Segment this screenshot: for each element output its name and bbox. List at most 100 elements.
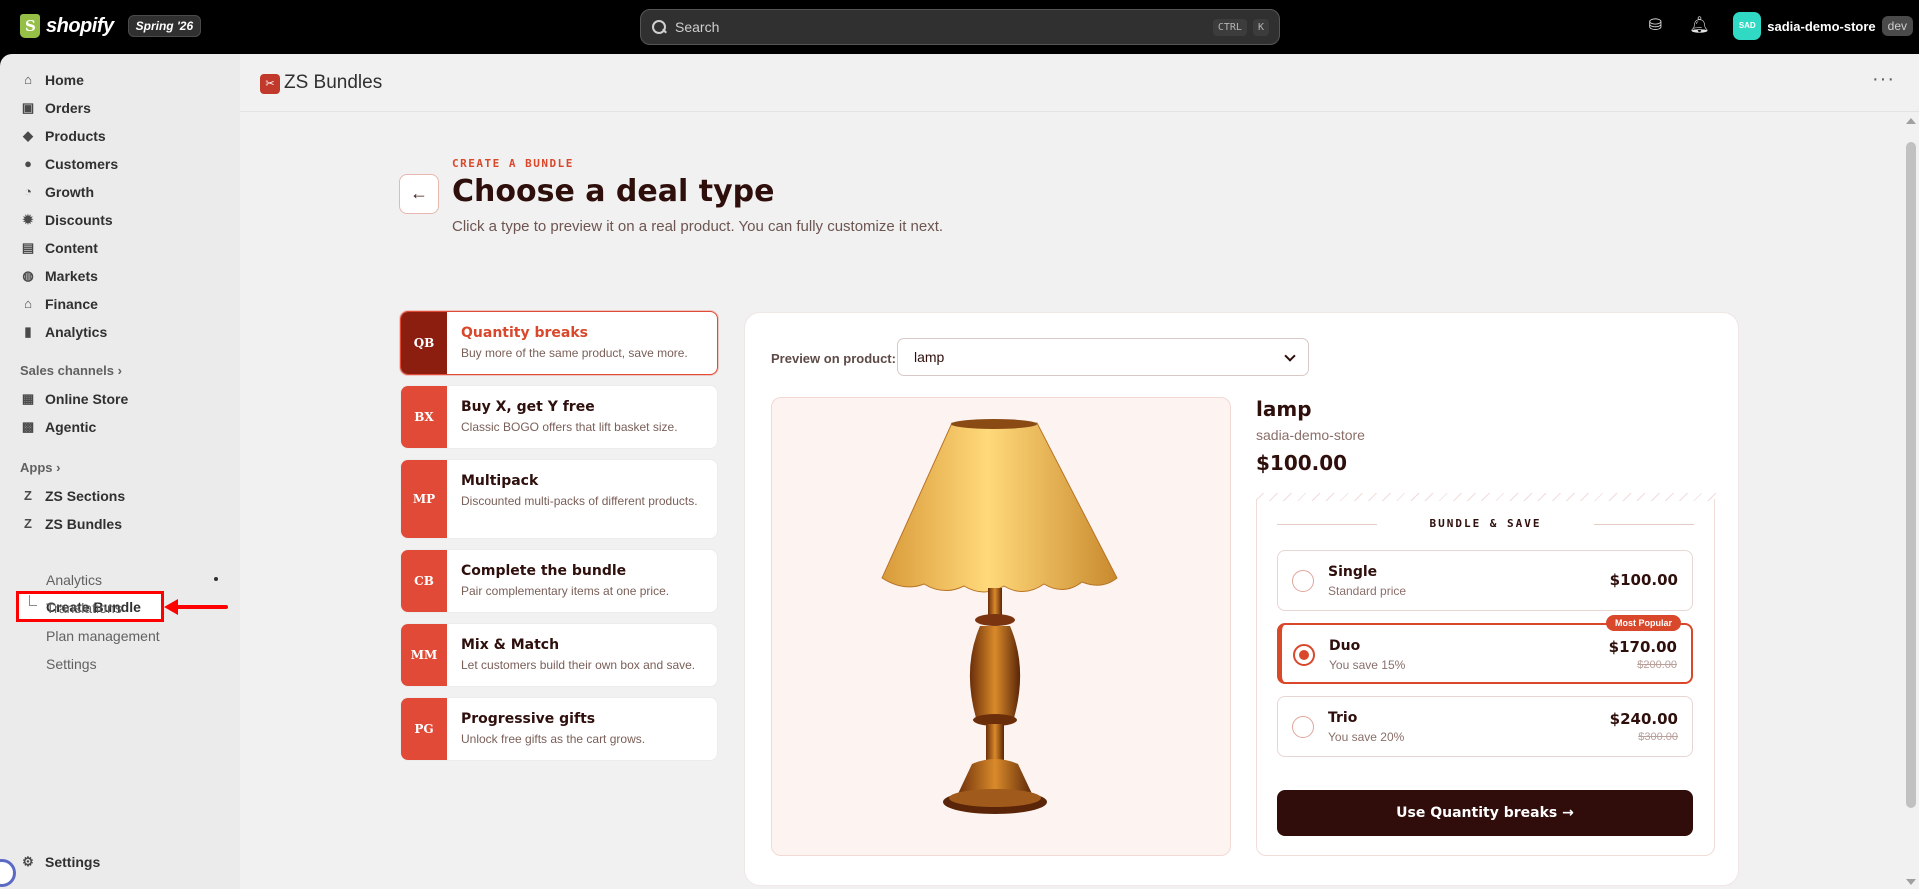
deal-card-progressive-gifts[interactable]: PG Progressive gifts Unlock free gifts a… xyxy=(400,697,718,761)
deal-desc: Classic BOGO offers that lift basket siz… xyxy=(461,420,678,434)
sidebar-item-content[interactable]: ▤ Content xyxy=(12,235,228,261)
product-select[interactable]: lamp xyxy=(897,338,1309,376)
sidebar-item-markets[interactable]: ◍ Markets xyxy=(12,263,228,289)
sidebar-item-customers[interactable]: ● Customers xyxy=(12,151,228,177)
bar-chart-icon: ▮ xyxy=(24,324,32,339)
env-badge: dev xyxy=(1881,16,1913,36)
globe-icon: ◍ xyxy=(22,268,34,283)
lamp-illustration xyxy=(881,419,1118,814)
sidebar-item-label: Settings xyxy=(45,854,101,870)
tier-duo[interactable]: Most Popular Duo You save 15% $170.00 $2… xyxy=(1277,615,1693,684)
product-price: $100.00 xyxy=(1256,451,1348,475)
sidebar-item-finance[interactable]: ⌂ Finance xyxy=(12,291,228,317)
deal-name: Buy X, get Y free xyxy=(461,399,595,415)
main-area: ✂ ZS Bundles ··· ← CREATE A BUNDLE Choos… xyxy=(240,54,1919,889)
inbox-icon: ▣ xyxy=(21,100,35,115)
deal-desc: Pair complementary items at one price. xyxy=(461,584,670,598)
sidebar-item-online-store[interactable]: ▦ Online Store xyxy=(12,386,228,412)
sidebar-item-orders[interactable]: ▣ Orders xyxy=(12,95,228,121)
sidebar-item-settings[interactable]: ⚙ Settings xyxy=(12,849,228,875)
app-header: ✂ ZS Bundles ··· xyxy=(240,54,1919,112)
agentic-icon: ▩ xyxy=(21,419,35,434)
radio-button[interactable] xyxy=(1292,716,1314,738)
sidekick-icon[interactable]: ⛁ xyxy=(1645,16,1665,36)
deal-card-quantity-breaks[interactable]: QB Quantity breaks Buy more of the same … xyxy=(400,311,718,375)
bell-icon[interactable]: 🔔︎ xyxy=(1689,16,1709,36)
back-button[interactable]: ← xyxy=(399,174,439,214)
sidebar-item-home[interactable]: ⌂ Home xyxy=(12,67,228,93)
preview-label: Preview on product: xyxy=(771,351,896,366)
sales-channels-heading[interactable]: Sales channels › xyxy=(20,363,122,378)
sidebar-item-settings-sub[interactable]: Settings xyxy=(46,653,97,675)
tier-price: $170.00 xyxy=(1608,638,1677,656)
deal-card-buy-x-get-y[interactable]: BX Buy X, get Y free Classic BOGO offers… xyxy=(400,385,718,449)
sidebar-item-zs-sections[interactable]: Z ZS Sections xyxy=(12,483,228,509)
sidebar-item-agentic[interactable]: ▩ Agentic xyxy=(12,414,228,440)
section-label: Sales channels xyxy=(20,363,114,378)
shortcut-k: K xyxy=(1252,18,1269,36)
tier-price: $240.00 xyxy=(1609,710,1678,728)
tier-sub: Standard price xyxy=(1328,584,1407,598)
sidebar-item-label: ZS Sections xyxy=(45,488,126,504)
zs-bundles-icon: Z xyxy=(24,516,32,531)
sidebar-item-label: Analytics xyxy=(45,324,108,340)
store-avatar[interactable]: SAD xyxy=(1733,12,1762,40)
active-app-dot xyxy=(214,577,218,581)
tier-name: Single xyxy=(1328,564,1378,580)
search-bar[interactable]: Search CTRL K xyxy=(640,9,1280,45)
tier-original-price: $200.00 xyxy=(1637,659,1677,671)
tier-original-price: $300.00 xyxy=(1638,731,1678,743)
deal-card-mix-and-match[interactable]: MM Mix & Match Let customers build their… xyxy=(400,623,718,687)
sidebar-item-analytics-sub[interactable]: Analytics xyxy=(46,569,102,591)
scroll-up-arrow[interactable] xyxy=(1906,118,1916,124)
tier-trio[interactable]: Trio You save 20% $240.00 $300.00 xyxy=(1277,696,1693,757)
scroll-down-arrow[interactable] xyxy=(1906,879,1916,885)
tier-single[interactable]: Single Standard price $100.00 xyxy=(1277,550,1693,611)
scrollbar[interactable] xyxy=(1903,112,1919,889)
sidebar-item-translations[interactable]: Translations xyxy=(46,597,122,619)
sidebar-item-growth[interactable]: ◔ Growth xyxy=(12,179,228,205)
sidebar-item-products[interactable]: ◆ Products xyxy=(12,123,228,149)
sidebar-item-label: Orders xyxy=(45,100,91,116)
sidebar-item-label: Content xyxy=(45,240,98,256)
gauge-icon: ◔ xyxy=(24,184,32,199)
use-deal-button[interactable]: Use Quantity breaks → xyxy=(1277,790,1693,836)
page-title: Choose a deal type xyxy=(452,174,775,209)
bundle-heading: BUNDLE & SAVE xyxy=(1429,517,1542,530)
sidebar-item-analytics[interactable]: ▮ Analytics xyxy=(12,319,228,345)
sidebar-item-discounts[interactable]: ✹ Discounts xyxy=(12,207,228,233)
app-title: ZS Bundles xyxy=(284,72,383,93)
sidebar-item-label: Customers xyxy=(45,156,119,172)
zs-bundles-app-icon: ✂ xyxy=(260,74,280,94)
store-name[interactable]: sadia-demo-store xyxy=(1767,19,1875,34)
edition-badge: Spring '26 xyxy=(127,15,202,37)
page-subtitle: Click a type to preview it on a real pro… xyxy=(452,218,944,235)
more-actions-icon[interactable]: ··· xyxy=(1872,68,1895,91)
deal-card-multipack[interactable]: MP Multipack Discounted multi-packs of d… xyxy=(400,459,718,539)
person-icon: ● xyxy=(24,156,32,171)
apps-heading[interactable]: Apps › xyxy=(20,460,60,475)
radio-button[interactable] xyxy=(1293,644,1315,666)
deal-tag: CB xyxy=(401,550,447,612)
preview-panel: Preview on product: lamp lamp sadia-demo… xyxy=(744,312,1739,886)
sidebar-item-label: Online Store xyxy=(45,391,129,407)
sidebar-item-label: Products xyxy=(45,128,106,144)
sidebar-item-plan-management[interactable]: Plan management xyxy=(46,625,160,647)
deal-name: Quantity breaks xyxy=(461,325,588,341)
scroll-thumb[interactable] xyxy=(1906,142,1916,808)
deal-desc: Unlock free gifts as the cart grows. xyxy=(461,732,646,746)
product-title: lamp xyxy=(1256,397,1312,421)
tier-sub: You save 20% xyxy=(1328,730,1405,744)
home-icon: ⌂ xyxy=(24,72,32,87)
deal-card-complete-the-bundle[interactable]: CB Complete the bundle Pair complementar… xyxy=(400,549,718,613)
deal-name: Complete the bundle xyxy=(461,563,627,579)
deal-desc: Discounted multi-packs of different prod… xyxy=(461,494,698,508)
sidebar: ⌂ Home ▣ Orders ◆ Products ● Customers ◔… xyxy=(0,54,240,889)
sidebar-item-zs-bundles[interactable]: Z ZS Bundles xyxy=(12,511,228,537)
radio-button[interactable] xyxy=(1292,570,1314,592)
store-icon: ▦ xyxy=(21,391,35,406)
tier-sub: You save 15% xyxy=(1329,658,1406,672)
zs-sections-icon: Z xyxy=(24,488,32,503)
deal-desc: Buy more of the same product, save more. xyxy=(461,346,688,360)
shopify-logo[interactable]: shopify Spring '26 xyxy=(20,14,202,38)
